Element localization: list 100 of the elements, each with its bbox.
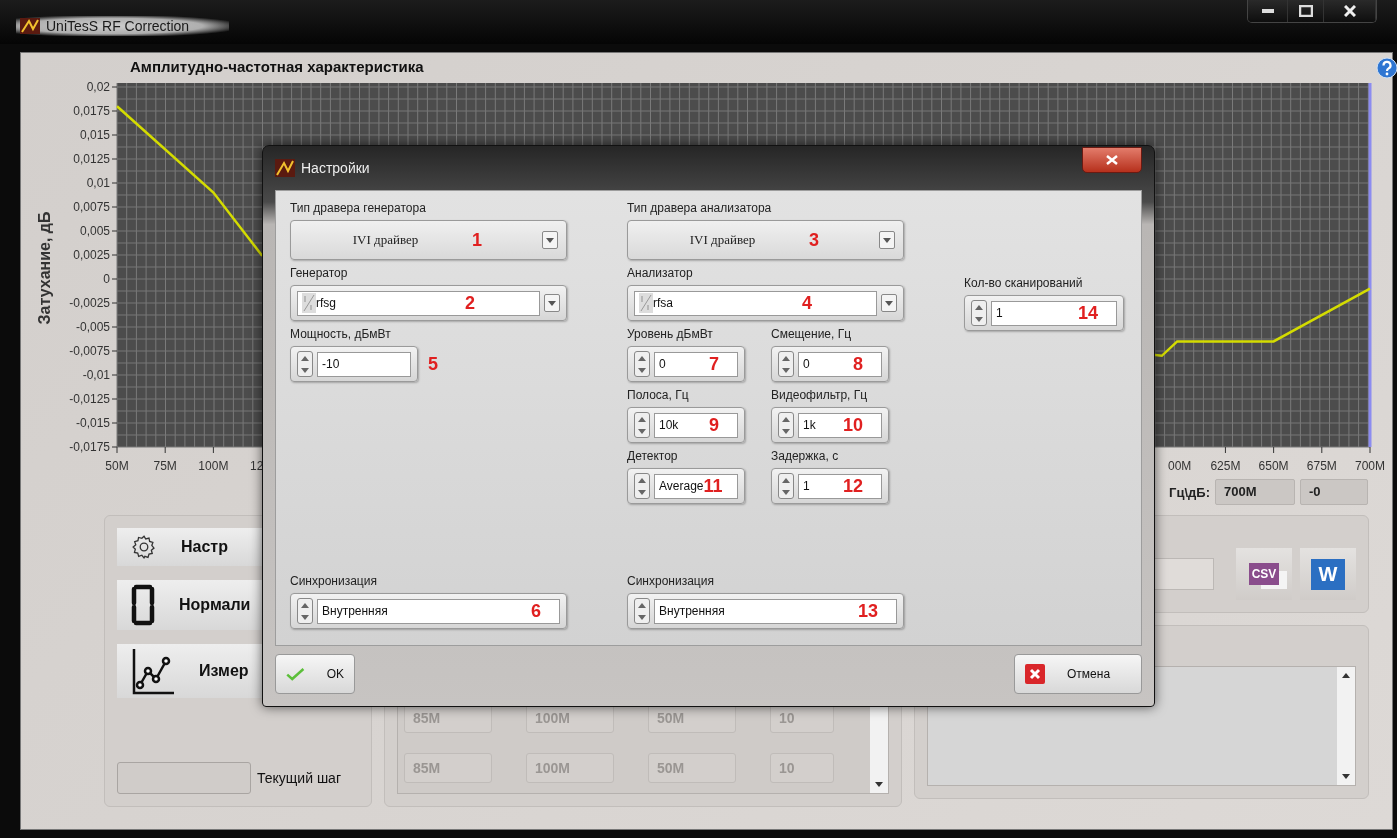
maximize-icon [1298,5,1313,17]
app-logo-icon [275,159,295,177]
y-tick-label: 0,0025 [73,248,110,262]
gear-icon [131,534,157,560]
x-tick-label: 00M [1168,459,1192,473]
scroll-down-icon [1342,774,1350,779]
field-label: Мощность, дБмВт [290,327,392,341]
y-tick-label: 0,0175 [73,104,110,118]
help-icon[interactable] [1376,57,1397,79]
close-icon [1025,664,1045,684]
resource-combo[interactable]: rfsg 2 [290,285,567,321]
spinner-arrows-icon[interactable] [634,598,650,624]
field-label: Смещение, Гц [771,327,853,341]
field-label: Тип дравера генератора [290,201,427,215]
x-tick-label: 700M [1355,459,1385,473]
x-tick-label: 675M [1306,459,1337,473]
cancel-button[interactable]: Отмена [1014,654,1142,694]
y-tick-label: 0,01 [86,176,110,190]
field-label: Генератор [290,266,349,280]
field-label: Тип дравера анализатора [627,201,773,215]
numeric-field[interactable]: 1 12 [771,468,889,504]
annotation-number: 12 [842,475,863,497]
y-tick-label: 0,015 [79,128,110,142]
resource-combo[interactable]: rfsa 4 [627,285,904,321]
annotation-number: 8 [853,353,863,375]
table-cell: 50M [648,753,736,783]
field-label: Видеофильтр, Гц [771,388,869,402]
cursor-x-value: 700M [1215,479,1295,505]
spinner-arrows-icon[interactable] [971,300,987,326]
x-tick-label: 650M [1258,459,1289,473]
annotation-number: 6 [531,600,541,622]
spinner-arrows-icon[interactable] [778,351,794,377]
maximize-button[interactable] [1288,0,1324,22]
spinner-arrows-icon[interactable] [297,598,313,624]
ok-button[interactable]: OK [275,654,355,694]
field-label: Задержка, с [771,449,840,463]
io-icon [639,293,653,313]
y-tick-label: 0,0125 [73,152,110,166]
numeric-field[interactable]: 0 8 [771,346,889,382]
window-title: UniTesS RF Correction [46,18,190,34]
spinner-arrows-icon[interactable] [634,473,650,499]
annotation-number: 9 [709,414,719,436]
close-icon [1343,5,1356,17]
spinner-arrows-icon[interactable] [634,351,650,377]
annotation-number: 14 [1077,302,1098,324]
scroll-up-icon [1342,673,1350,678]
annotation-number: 2 [465,292,475,314]
y-tick-label: -0,0025 [69,296,110,310]
chart-title: Амплитудно-частотная характеристика [130,58,424,75]
ring-field[interactable]: Average11 [627,468,745,504]
field-label: Уровень дБмВт [627,327,714,341]
numeric-field[interactable]: -10 [290,346,418,382]
close-button[interactable] [1324,0,1376,22]
field-label: Анализатор [627,266,694,280]
numeric-field[interactable]: 0 7 [627,346,745,382]
annotation-number: 5 [428,353,438,375]
y-tick-label: 0 [103,272,110,286]
y-axis-label: Затухание, дБ [36,211,53,325]
x-tick-label: 50M [105,459,129,473]
line-graph-icon [131,647,175,695]
spinner-arrows-icon[interactable] [297,351,313,377]
minimize-icon [1261,9,1274,13]
ring-field[interactable]: Внутренняя 13 [627,593,904,629]
table-cell: 85M [404,753,492,783]
numeric-field[interactable]: 1k 10 [771,407,889,443]
table-cell: 100M [526,753,614,783]
annotation-number: 3 [809,229,819,251]
spinner-arrows-icon[interactable] [634,412,650,438]
ring-field[interactable]: Внутренняя 6 [290,593,567,629]
digit-zero-icon [131,584,155,626]
close-icon [1106,155,1118,165]
field-label: Полоса, Гц [627,388,690,402]
field-label: Кол-во сканирований [964,276,1084,290]
y-tick-label: -0,0175 [69,440,110,454]
y-tick-label: -0,015 [75,416,110,430]
y-tick-label: -0,005 [75,320,110,334]
spinner-arrows-icon[interactable] [778,473,794,499]
x-tick-label: 100M [198,459,229,473]
y-tick-label: 0,005 [79,224,110,238]
table-cell: 10 [770,753,834,783]
cursor-y-value: -0 [1300,479,1368,505]
y-tick-label: -0,0125 [69,392,110,406]
close-button[interactable] [1082,147,1142,173]
scroll-down-icon [875,782,883,787]
annotation-number: 7 [709,353,719,375]
annotation-number: 13 [857,600,878,622]
y-tick-label: -0,01 [82,368,110,382]
minimize-button[interactable] [1248,0,1288,22]
annotation-number: 11 [703,475,723,497]
x-tick-label: 625M [1210,459,1241,473]
cursor-label: Гц\дБ: [1169,484,1210,500]
driver-select[interactable]: IVI драйвер 1 [290,220,567,260]
scrollbar[interactable] [1337,667,1355,785]
x-tick-label: 75M [153,459,177,473]
numeric-field[interactable]: 10k 9 [627,407,745,443]
numeric-field[interactable]: 1 14 [964,295,1124,331]
spinner-arrows-icon[interactable] [778,412,794,438]
annotation-number: 4 [802,292,812,314]
driver-select[interactable]: IVI драйвер 3 [627,220,904,260]
annotation-number: 1 [472,229,482,251]
